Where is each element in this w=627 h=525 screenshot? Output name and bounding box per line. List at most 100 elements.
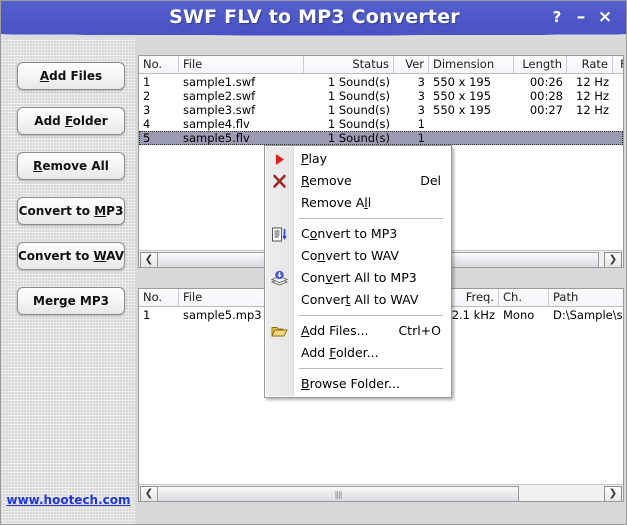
table-row[interactable]: 5sample5.flv1 Sound(s)1: [139, 131, 623, 145]
cell-no: 1: [139, 308, 179, 322]
cell-frames: 320: [613, 75, 624, 89]
cell-file: sample5.flv: [179, 131, 304, 145]
cell-dimension: [429, 131, 514, 145]
menu-item-remove-all[interactable]: Remove All: [265, 192, 451, 214]
header-no[interactable]: No.: [139, 56, 179, 73]
menu-item-label: Remove: [301, 173, 352, 188]
menu-item-convert-all-to-mp3[interactable]: Convert All to MP3: [265, 267, 451, 289]
cell-no: 4: [139, 117, 179, 131]
cell-length: [514, 131, 567, 145]
hootech-website-link[interactable]: www.hootech.com: [6, 493, 130, 507]
merge-mp3-button[interactable]: Merge MP3: [17, 287, 125, 315]
cell-length: 00:28: [514, 89, 567, 103]
cell-file: sample4.flv: [179, 117, 304, 131]
table-row[interactable]: 4sample4.flv1 Sound(s)1: [139, 117, 623, 131]
cell-frames: 334: [613, 103, 624, 117]
cell-ch: Mono: [499, 308, 549, 322]
scroll-left-button-2[interactable]: ❮: [140, 486, 158, 502]
menu-item-label: Convert to MP3: [301, 226, 397, 241]
play-icon: [271, 151, 288, 168]
cell-status: 1 Sound(s): [304, 117, 394, 131]
menu-item-play[interactable]: Play: [265, 148, 451, 170]
cell-dimension: 550 x 195: [429, 89, 514, 103]
scroll-right-button[interactable]: ❯: [604, 252, 622, 268]
header-ver[interactable]: Ver: [394, 56, 429, 73]
menu-item-label: Browse Folder...: [301, 376, 400, 391]
menu-item-label: Play: [301, 151, 327, 166]
cell-ver: 1: [394, 117, 429, 131]
menu-item-add-files[interactable]: Add Files... Ctrl+O: [265, 320, 451, 342]
cell-rate: 12 Hz: [567, 75, 613, 89]
menu-item-label: Remove All: [301, 195, 371, 210]
header-length[interactable]: Length: [514, 56, 567, 73]
open-folder-icon: [271, 323, 288, 340]
convert-to-wav-button[interactable]: Convert to WAV: [17, 242, 125, 270]
scroll-thumb-2[interactable]: [157, 486, 519, 502]
cell-ver: 3: [394, 89, 429, 103]
table-row[interactable]: 3sample3.swf1 Sound(s)3550 x 19500:2712 …: [139, 103, 623, 117]
cell-status: 1 Sound(s): [304, 131, 394, 145]
cell-file: sample1.swf: [179, 75, 304, 89]
close-button[interactable]: ×: [595, 7, 615, 27]
context-menu[interactable]: Play Remove Del Remove All Convert to MP3 Con…: [264, 145, 452, 398]
convert-stack-icon: [271, 270, 288, 287]
cell-status: 1 Sound(s): [304, 89, 394, 103]
menu-item-remove[interactable]: Remove Del: [265, 170, 451, 192]
title-bar: SWF FLV to MP3 Converter ? – ×: [1, 1, 627, 38]
menu-item-label: Convert All to MP3: [301, 270, 417, 285]
help-button[interactable]: ?: [547, 7, 567, 27]
scroll-right-button-2[interactable]: ❯: [604, 486, 622, 502]
header-out-no[interactable]: No.: [139, 289, 179, 306]
cell-frames: [613, 131, 624, 145]
menu-item-convert-all-to-wav[interactable]: Convert All to WAV: [265, 289, 451, 311]
menu-item-label: Add Files...: [301, 323, 369, 338]
remove-all-button[interactable]: Remove All: [17, 152, 125, 180]
menu-separator: [299, 368, 443, 369]
remove-x-icon: [271, 173, 288, 190]
add-folder-button[interactable]: Add Folder: [17, 107, 125, 135]
menu-separator: [299, 218, 443, 219]
menu-item-label: Add Folder...: [301, 345, 379, 360]
header-dimension[interactable]: Dimension: [429, 56, 514, 73]
cell-rate: [567, 131, 613, 145]
cell-rate: 12 Hz: [567, 89, 613, 103]
table-row[interactable]: 2sample2.swf1 Sound(s)3550 x 19500:2812 …: [139, 89, 623, 103]
cell-length: 00:27: [514, 103, 567, 117]
cell-dimension: 550 x 195: [429, 75, 514, 89]
menu-separator: [299, 315, 443, 316]
cell-dimension: [429, 117, 514, 131]
menu-item-label: Convert All to WAV: [301, 292, 418, 307]
cell-length: 00:26: [514, 75, 567, 89]
convert-doc-icon: [271, 226, 288, 243]
menu-item-convert-to-mp3[interactable]: Convert to MP3: [265, 223, 451, 245]
source-list-header: No. File Status Ver Dimension Length Rat…: [139, 56, 623, 74]
table-row[interactable]: 1sample1.swf1 Sound(s)3550 x 19500:2612 …: [139, 75, 623, 89]
header-rate[interactable]: Rate: [567, 56, 613, 73]
minimize-button[interactable]: –: [571, 7, 591, 27]
header-file[interactable]: File: [179, 56, 304, 73]
menu-item-browse-folder[interactable]: Browse Folder...: [265, 373, 451, 395]
add-files-button[interactable]: Add Files: [17, 62, 125, 90]
cell-no: 5: [139, 131, 179, 145]
menu-item-shortcut: Ctrl+O: [398, 320, 441, 342]
header-out-path[interactable]: Path: [549, 289, 624, 306]
cell-length: [514, 117, 567, 131]
scroll-left-button[interactable]: ❮: [140, 252, 158, 268]
application-window: SWF FLV to MP3 Converter ? – × Add Files…: [0, 0, 627, 525]
output-list-hscrollbar[interactable]: ❮ ❯: [139, 484, 623, 501]
footer-link-container: www.hootech.com: [2, 489, 135, 508]
cell-rate: 12 Hz: [567, 103, 613, 117]
menu-item-shortcut: Del: [420, 170, 441, 192]
header-status[interactable]: Status: [304, 56, 394, 73]
menu-item-convert-to-wav[interactable]: Convert to WAV: [265, 245, 451, 267]
header-out-ch[interactable]: Ch.: [499, 289, 549, 306]
cell-ver: 1: [394, 131, 429, 145]
cell-frames: 337: [613, 89, 624, 103]
cell-no: 3: [139, 103, 179, 117]
header-frames[interactable]: Frames: [613, 56, 624, 73]
cell-file: sample3.swf: [179, 103, 304, 117]
convert-to-mp3-button[interactable]: Convert to MP3: [17, 197, 125, 225]
cell-no: 1: [139, 75, 179, 89]
cell-no: 2: [139, 89, 179, 103]
menu-item-add-folder[interactable]: Add Folder...: [265, 342, 451, 364]
